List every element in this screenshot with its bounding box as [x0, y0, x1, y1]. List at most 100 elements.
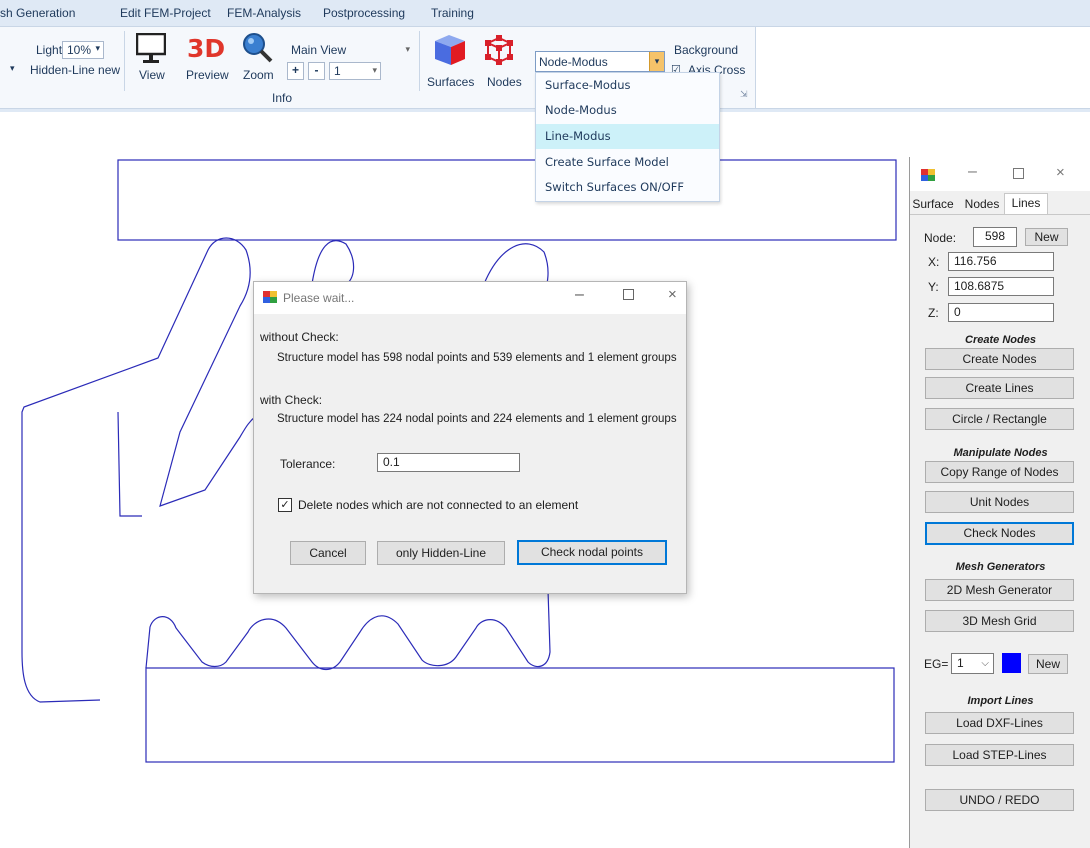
- copy-range-button[interactable]: Copy Range of Nodes: [925, 461, 1074, 483]
- z-label: Z:: [928, 306, 939, 320]
- menu-training[interactable]: Training: [431, 6, 474, 20]
- load-step-button[interactable]: Load STEP-Lines: [925, 744, 1074, 766]
- chevron-down-icon: ▾: [372, 65, 377, 75]
- zoom-button[interactable]: Zoom: [243, 68, 274, 82]
- section-mesh-generators: Mesh Generators: [955, 561, 1046, 573]
- light-combo[interactable]: 10% ▾: [62, 41, 104, 59]
- dropdown-item-node-modus[interactable]: Node-Modus: [536, 98, 719, 123]
- eg-new-button[interactable]: New: [1028, 654, 1068, 674]
- menu-mesh-generation[interactable]: sh Generation: [0, 6, 75, 20]
- chevron-down-icon: ▾: [649, 52, 664, 71]
- 3d-mesh-button[interactable]: 3D Mesh Grid: [925, 610, 1074, 632]
- dialog-title: Please wait...: [283, 291, 355, 305]
- dropdown-item-line-modus[interactable]: Line-Modus: [536, 124, 719, 149]
- minimize-icon[interactable]: –: [968, 163, 977, 181]
- light-label: Light: [36, 43, 63, 57]
- step-value: 1: [334, 64, 341, 78]
- app-icon: [921, 169, 935, 181]
- cube-surfaces-icon[interactable]: [433, 33, 467, 67]
- tolerance-input[interactable]: 0.1: [377, 453, 520, 472]
- view-button[interactable]: View: [139, 68, 165, 82]
- main-view-value: Main View: [291, 43, 347, 57]
- maximize-icon[interactable]: [623, 289, 634, 300]
- chevron-down-icon: ▾: [405, 44, 410, 54]
- z-input[interactable]: 0: [948, 303, 1054, 322]
- x-input[interactable]: 116.756: [948, 252, 1054, 271]
- hidden-line-new-button[interactable]: Hidden-Line new: [30, 63, 120, 77]
- check-nodes-button[interactable]: Check Nodes: [925, 522, 1074, 545]
- please-wait-dialog: Please wait... – × without Check: Struct…: [253, 281, 687, 594]
- delete-nodes-checkbox[interactable]: ✓: [278, 498, 292, 512]
- with-check-text: Structure model has 224 nodal points and…: [277, 413, 677, 425]
- tab-surface[interactable]: Surface: [908, 195, 958, 213]
- close-icon[interactable]: ×: [668, 286, 677, 303]
- undo-redo-button[interactable]: UNDO / REDO: [925, 789, 1074, 811]
- preview-button[interactable]: Preview: [186, 68, 229, 82]
- menu-fem-analysis[interactable]: FEM-Analysis: [227, 6, 301, 20]
- chevron-down-icon[interactable]: ▾: [10, 63, 15, 74]
- only-hidden-line-button[interactable]: only Hidden-Line: [377, 541, 505, 565]
- dialog-launcher-icon[interactable]: ⇲: [740, 89, 748, 100]
- create-nodes-button[interactable]: Create Nodes: [925, 348, 1074, 370]
- mode-combo[interactable]: Node-Modus ▾: [535, 51, 665, 72]
- mode-value: Node-Modus: [539, 55, 608, 69]
- menu-bar: sh Generation Edit FEM-Project FEM-Analy…: [0, 0, 1090, 27]
- y-label: Y:: [928, 280, 939, 294]
- top-plate: [117, 159, 897, 241]
- tab-nodes[interactable]: Nodes: [962, 195, 1002, 213]
- 3d-preview-icon[interactable]: 3D: [187, 34, 227, 64]
- main-view-combo[interactable]: Main View ▾: [287, 41, 414, 59]
- load-dxf-button[interactable]: Load DXF-Lines: [925, 712, 1074, 734]
- node-input[interactable]: 598: [973, 227, 1017, 247]
- group-info-label: Info: [272, 91, 293, 105]
- dropdown-item-create-surface-model[interactable]: Create Surface Model: [536, 150, 719, 175]
- plus-button[interactable]: +: [287, 62, 304, 80]
- unit-nodes-button[interactable]: Unit Nodes: [925, 491, 1074, 513]
- without-check-text: Structure model has 598 nodal points and…: [277, 352, 677, 364]
- section-import-lines: Import Lines: [967, 695, 1034, 707]
- outline-inner-tab: [117, 411, 142, 517]
- app-icon: [263, 291, 277, 303]
- minimize-icon[interactable]: –: [575, 286, 584, 304]
- maximize-icon[interactable]: [1013, 168, 1024, 179]
- with-check-label: with Check:: [260, 393, 323, 407]
- tab-lines[interactable]: Lines: [1004, 193, 1048, 215]
- panel-title-bar: – ×: [910, 157, 1090, 191]
- outline-bottom-teeth: [145, 589, 551, 671]
- eg-color-swatch[interactable]: [1002, 653, 1021, 673]
- magnifier-icon[interactable]: [242, 32, 274, 64]
- nodes-button[interactable]: Nodes: [487, 75, 522, 89]
- close-icon[interactable]: ×: [1056, 164, 1065, 181]
- check-nodal-points-button[interactable]: Check nodal points: [517, 540, 667, 565]
- cube-nodes-icon[interactable]: [483, 34, 515, 66]
- minus-label: -: [314, 63, 319, 77]
- monitor-icon[interactable]: [135, 32, 167, 63]
- node-new-button[interactable]: New: [1025, 228, 1068, 246]
- minus-button[interactable]: -: [308, 62, 325, 80]
- menu-edit-fem-project[interactable]: Edit FEM-Project: [120, 6, 211, 20]
- circle-rectangle-button[interactable]: Circle / Rectangle: [925, 408, 1074, 430]
- plus-label: +: [291, 63, 299, 77]
- surfaces-button[interactable]: Surfaces: [427, 75, 474, 89]
- dropdown-item-switch-surfaces[interactable]: Switch Surfaces ON/OFF: [536, 175, 719, 200]
- y-input[interactable]: 108.6875: [948, 277, 1054, 296]
- eg-value: 1: [957, 656, 964, 670]
- create-lines-button[interactable]: Create Lines: [925, 377, 1074, 399]
- dialog-title-bar: Please wait... – ×: [254, 282, 686, 314]
- bottom-plate: [145, 667, 895, 763]
- cancel-button[interactable]: Cancel: [290, 541, 366, 565]
- eg-combo[interactable]: 1 ⌵: [951, 653, 994, 674]
- dropdown-item-surface-modus[interactable]: Surface-Modus: [536, 73, 719, 98]
- 3d-text: 3D: [187, 34, 226, 63]
- mode-dropdown-menu: Surface-Modus Node-Modus Line-Modus Crea…: [535, 72, 720, 202]
- step-combo[interactable]: 1 ▾: [329, 62, 381, 80]
- menu-postprocessing[interactable]: Postprocessing: [323, 6, 405, 20]
- section-create-nodes: Create Nodes: [965, 334, 1036, 346]
- outline-mid-bump: [311, 240, 355, 285]
- eg-label: EG=: [924, 657, 949, 671]
- chevron-down-icon: ⌵: [981, 658, 989, 669]
- background-button[interactable]: Background: [674, 43, 738, 57]
- delete-nodes-label[interactable]: Delete nodes which are not connected to …: [298, 498, 578, 512]
- 2d-mesh-button[interactable]: 2D Mesh Generator: [925, 579, 1074, 601]
- light-value: 10%: [67, 43, 92, 57]
